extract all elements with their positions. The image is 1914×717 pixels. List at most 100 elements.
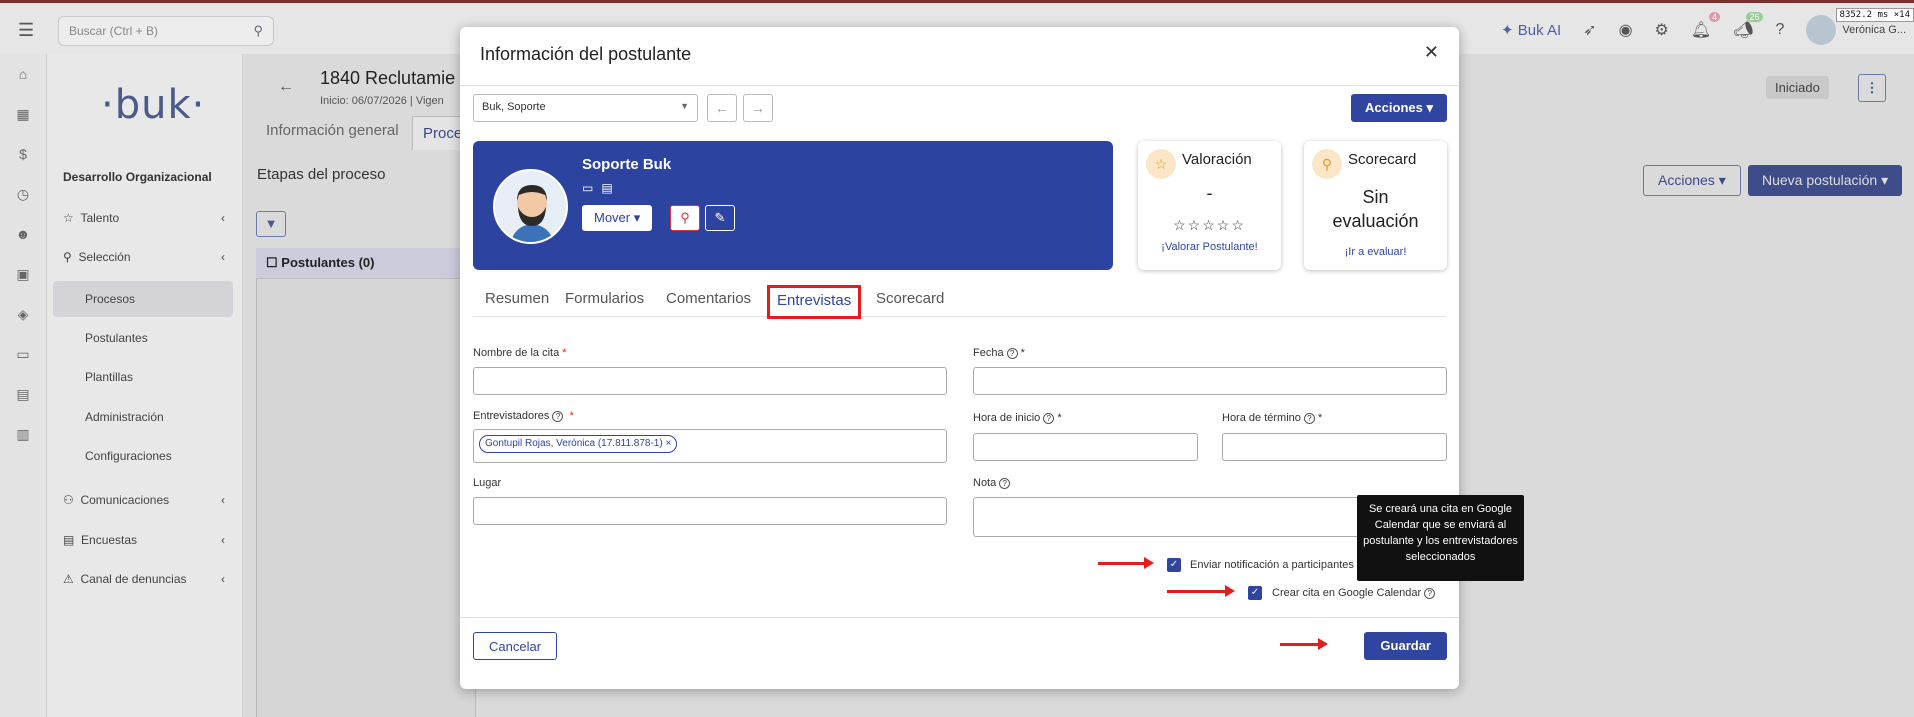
- google-calendar-checkbox[interactable]: ✓: [1248, 586, 1262, 600]
- sidebar-item-postulantes[interactable]: Postulantes: [53, 320, 233, 356]
- eye-icon[interactable]: ◉: [1619, 20, 1633, 40]
- megaphone-icon[interactable]: 📣︎ 26: [1733, 12, 1763, 40]
- scorecard-card: ⚲ Scorecard Sin evaluación ¡Ir a evaluar…: [1304, 141, 1447, 270]
- people-icon[interactable]: ☻: [0, 214, 46, 254]
- guardar-button[interactable]: Guardar: [1364, 632, 1447, 660]
- rating-stars[interactable]: ☆☆☆☆☆: [1138, 217, 1281, 234]
- candidate-name: Soporte Buk: [582, 156, 672, 173]
- nombre-cita-input[interactable]: [473, 367, 947, 395]
- hora-inicio-label: Hora de inicio? *: [973, 412, 1062, 424]
- megaphone-badge: 26: [1746, 12, 1763, 22]
- column-body: [256, 278, 476, 717]
- column-header: ☐ Postulantes (0): [256, 248, 476, 278]
- valoracion-card: ☆ Valoración - ☆☆☆☆☆ ¡Valorar Postulante…: [1138, 141, 1281, 270]
- bg-acciones-button[interactable]: Acciones ▾: [1643, 165, 1741, 196]
- fecha-label: Fecha? *: [973, 347, 1025, 359]
- search-icon[interactable]: ⚲: [253, 23, 263, 39]
- calendar-icon[interactable]: ▦: [0, 94, 46, 134]
- evaluar-link[interactable]: ¡Ir a evaluar!: [1304, 246, 1447, 258]
- tab-informacion-general[interactable]: Información general: [266, 122, 399, 139]
- valorar-link[interactable]: ¡Valorar Postulante!: [1138, 241, 1281, 253]
- help-icon[interactable]: ?: [999, 477, 1011, 489]
- lugar-input[interactable]: [473, 497, 947, 525]
- scorecard-icon: ⚲: [1312, 149, 1342, 179]
- annotation-arrow: [1167, 585, 1235, 597]
- hora-termino-label: Hora de término? *: [1222, 412, 1323, 424]
- help-icon[interactable]: ?: [1424, 587, 1436, 599]
- avatar: [1806, 15, 1837, 45]
- page-subtitle: Inicio: 06/07/2026 | Vigen: [320, 95, 444, 107]
- notificacion-checkbox[interactable]: ✓: [1167, 558, 1181, 572]
- buk-logo: ·buk·: [101, 82, 206, 128]
- entrevistador-chip[interactable]: Gontupil Rojas, Verónica (17.811.878-1) …: [479, 435, 678, 453]
- sidebar-item-canal-denuncias[interactable]: ⚠ Canal de denuncias ‹: [53, 561, 233, 597]
- cv-icon[interactable]: ▤: [601, 181, 620, 195]
- clock-icon[interactable]: ◷: [0, 174, 46, 214]
- fecha-input[interactable]: [973, 367, 1447, 395]
- briefcase-icon[interactable]: ▣: [0, 254, 46, 294]
- graduation-icon[interactable]: ◈: [0, 294, 46, 334]
- sidebar-item-seleccion[interactable]: ⚲ Selección ‹: [53, 239, 233, 275]
- google-calendar-tooltip: Se creará una cita en Google Calendar qu…: [1357, 495, 1524, 581]
- hora-inicio-input[interactable]: [973, 433, 1198, 461]
- gear-icon[interactable]: ⚙: [1655, 20, 1669, 40]
- buk-ai-button[interactable]: ✦ Buk AI: [1501, 21, 1561, 39]
- sidebar-item-procesos[interactable]: Procesos: [53, 281, 233, 317]
- money-icon[interactable]: $: [0, 134, 46, 174]
- acciones-button[interactable]: Acciones ▾: [1351, 94, 1447, 122]
- filter-icon[interactable]: ▼: [256, 211, 286, 237]
- sidebar-item-configuraciones[interactable]: Configuraciones: [53, 438, 233, 474]
- tab-scorecard[interactable]: Scorecard: [866, 283, 954, 317]
- folder-icon[interactable]: ▭: [0, 334, 46, 374]
- help-icon[interactable]: ?: [552, 410, 564, 422]
- valoracion-title: Valoración: [1182, 151, 1252, 168]
- help-icon[interactable]: ?: [1303, 412, 1315, 424]
- status-badge: Iniciado: [1766, 76, 1829, 99]
- help-icon[interactable]: ?: [1776, 21, 1785, 39]
- sidebar-item-administracion[interactable]: Administración: [53, 399, 233, 435]
- bell-icon[interactable]: 🔔︎ 4: [1691, 12, 1721, 40]
- close-icon[interactable]: ✕: [1424, 42, 1439, 63]
- chevron-down-icon: ▼: [680, 101, 689, 111]
- sidebar-item-comunicaciones[interactable]: ⚇ Comunicaciones ‹: [53, 482, 233, 518]
- tab-comentarios[interactable]: Comentarios: [656, 283, 761, 317]
- sidebar-item-plantillas[interactable]: Plantillas: [53, 359, 233, 395]
- discard-candidate-button[interactable]: ⚲: [670, 205, 700, 231]
- scorecard-title: Scorecard: [1348, 151, 1417, 168]
- hora-termino-input[interactable]: [1222, 433, 1447, 461]
- entrevistadores-input[interactable]: Gontupil Rojas, Verónica (17.811.878-1) …: [473, 429, 947, 463]
- nueva-postulacion-button[interactable]: Nueva postulación ▾: [1748, 165, 1903, 196]
- valoracion-value: -: [1206, 183, 1213, 203]
- folder-icon[interactable]: ▭: [582, 181, 601, 195]
- back-arrow-icon[interactable]: ←: [278, 78, 294, 96]
- mover-button[interactable]: Mover ▾: [582, 205, 653, 231]
- applicant-select[interactable]: Buk, Soporte ▼: [473, 94, 698, 122]
- cancelar-button[interactable]: Cancelar: [473, 632, 558, 660]
- sidebar-item-talento[interactable]: ☆ Talento ‹: [53, 200, 233, 236]
- more-options-button[interactable]: ⋮: [1858, 74, 1886, 102]
- rocket-icon[interactable]: ➶: [1583, 20, 1596, 40]
- buk-ai-label: Buk AI: [1517, 22, 1562, 39]
- tab-entrevistas[interactable]: Entrevistas: [767, 285, 862, 319]
- bell-badge: 4: [1709, 12, 1721, 22]
- menu-icon[interactable]: ☰: [18, 20, 34, 41]
- annotation-arrow: [1098, 557, 1154, 569]
- search-input[interactable]: Buscar (Ctrl + B) ⚲: [58, 16, 274, 46]
- home-icon[interactable]: ⌂: [0, 54, 46, 94]
- page-title: 1840 Reclutamie: [320, 68, 456, 88]
- sidebar-item-encuestas[interactable]: ▤ Encuestas ‹: [53, 522, 233, 558]
- next-applicant-button[interactable]: →: [743, 94, 773, 122]
- tab-formularios[interactable]: Formularios: [555, 283, 654, 317]
- search-placeholder: Buscar (Ctrl + B): [69, 24, 159, 38]
- edit-pencil-icon[interactable]: ✎: [705, 205, 735, 231]
- bank-icon[interactable]: ▥: [0, 414, 46, 454]
- scorecard-value-line2: evaluación: [1332, 211, 1419, 231]
- remove-chip-icon[interactable]: ×: [665, 438, 671, 449]
- nombre-cita-label: Nombre de la cita *: [473, 347, 567, 359]
- help-icon[interactable]: ?: [1006, 347, 1018, 359]
- tab-resumen[interactable]: Resumen: [475, 283, 559, 317]
- prev-applicant-button[interactable]: ←: [707, 94, 737, 122]
- store-icon[interactable]: ▤: [0, 374, 46, 414]
- nota-label: Nota?: [973, 477, 1011, 489]
- help-icon[interactable]: ?: [1043, 412, 1055, 424]
